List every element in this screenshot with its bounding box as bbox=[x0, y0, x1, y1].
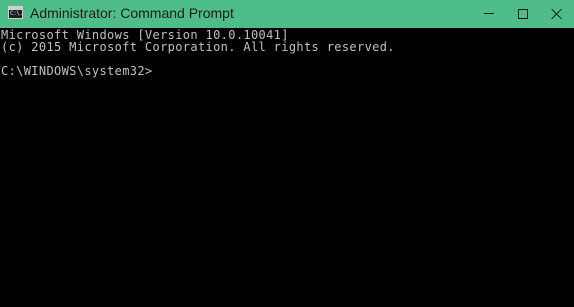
window-title: Administrator: Command Prompt bbox=[30, 5, 234, 21]
command-prompt-window: C:\. Administrator: Command Prompt Micro… bbox=[0, 0, 574, 307]
console-line-copyright: (c) 2015 Microsoft Corporation. All righ… bbox=[1, 40, 395, 54]
maximize-button[interactable] bbox=[506, 0, 540, 28]
maximize-icon bbox=[518, 9, 528, 19]
console-output[interactable]: Microsoft Windows [Version 10.0.10041] (… bbox=[0, 28, 574, 307]
cmd-icon[interactable]: C:\. bbox=[8, 6, 23, 19]
close-button[interactable] bbox=[540, 0, 574, 28]
close-icon bbox=[551, 8, 563, 20]
minimize-icon bbox=[484, 13, 494, 14]
console-prompt: C:\WINDOWS\system32> bbox=[1, 64, 153, 78]
console-prompt-line[interactable]: C:\WINDOWS\system32> bbox=[1, 65, 574, 77]
title-bar[interactable]: C:\. Administrator: Command Prompt bbox=[0, 0, 574, 28]
cmd-icon-glyph: C:\. bbox=[10, 10, 23, 17]
minimize-button[interactable] bbox=[472, 0, 506, 28]
window-controls bbox=[472, 0, 574, 28]
